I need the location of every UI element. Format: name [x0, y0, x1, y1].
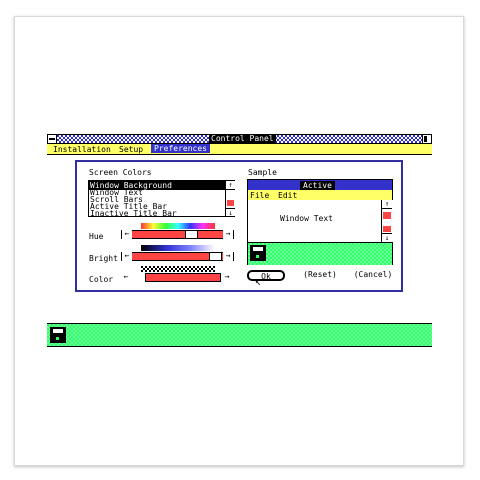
hue-left-arrow-icon[interactable]: ←: [122, 230, 132, 239]
cancel-button[interactable]: (Cancel): [353, 270, 393, 281]
windows-desktop: Control Panel Installation Setup Prefere…: [0, 0, 480, 480]
sample-menu-edit: Edit: [278, 191, 298, 200]
mouse-cursor-icon: ↖: [255, 277, 262, 288]
cancel-label: Cancel: [358, 270, 388, 279]
hue-slider-thumb[interactable]: [185, 231, 198, 238]
sample-window: Active File Edit Window Text ↑ ↓: [247, 179, 393, 265]
sample-window-text: Window Text: [280, 214, 333, 223]
window-title: Control Panel: [209, 134, 276, 143]
window-title-bar[interactable]: Control Panel: [47, 134, 432, 144]
sample-scroll-up-icon: ↑: [382, 200, 392, 209]
scroll-thumb[interactable]: [227, 200, 234, 206]
bright-scrollbar[interactable]: ← →: [121, 252, 234, 261]
hue-label: Hue: [89, 232, 104, 241]
cancel-close-paren: ): [387, 270, 393, 279]
screen-colors-label: Screen Colors: [89, 168, 152, 177]
sample-scroll-thumb-2: [383, 226, 391, 232]
color-right-arrow-icon[interactable]: →: [222, 273, 232, 282]
window-resize-icon[interactable]: [423, 135, 431, 143]
hue-scrollbar[interactable]: ← →: [121, 230, 234, 239]
sample-scrollbar: ↑ ↓: [381, 200, 393, 242]
sample-disk-icon: [250, 245, 266, 261]
bright-left-arrow-icon[interactable]: ←: [122, 252, 132, 261]
sample-desktop: [248, 242, 392, 265]
menu-installation[interactable]: Installation: [53, 145, 111, 154]
bright-label: Bright: [89, 254, 118, 263]
desktop-icon-area: [47, 323, 432, 347]
menu-bar: Installation Setup Preferences: [47, 144, 432, 155]
color-swatch-strip: [141, 266, 215, 272]
reset-label: Reset: [307, 270, 333, 279]
color-left-arrow-icon[interactable]: ←: [121, 273, 131, 282]
scroll-up-arrow-icon[interactable]: ↑: [226, 181, 235, 190]
system-menu-icon[interactable]: [48, 135, 56, 143]
ok-button[interactable]: Ok: [247, 270, 285, 281]
bright-swatch-strip: [141, 245, 215, 251]
scroll-down-arrow-icon[interactable]: ↓: [226, 208, 235, 217]
menu-preferences[interactable]: Preferences: [151, 144, 210, 153]
sample-menu-bar: File Edit: [248, 190, 392, 200]
sample-label: Sample: [248, 168, 277, 177]
bright-right-arrow-icon[interactable]: →: [223, 252, 233, 261]
list-item[interactable]: Inactive Title Bar: [90, 209, 177, 218]
menu-setup[interactable]: Setup: [119, 145, 143, 154]
sample-title: Active: [300, 181, 335, 190]
hue-right-arrow-icon[interactable]: →: [223, 230, 233, 239]
list-scrollbar[interactable]: ↑ ↓: [225, 181, 235, 217]
element-list[interactable]: Window Background Window Text Scroll Bar…: [88, 180, 235, 218]
sample-scroll-thumb: [383, 212, 391, 219]
hue-swatch-strip: [141, 223, 215, 229]
bright-slider-thumb[interactable]: [209, 253, 222, 260]
reset-button[interactable]: (Reset): [299, 270, 341, 281]
screen-colors-dialog: Screen Colors Window Background Window T…: [75, 160, 403, 292]
color-scrollbar[interactable]: ← →: [121, 273, 234, 282]
sample-scroll-down-icon: ↓: [382, 233, 392, 242]
color-slider-track[interactable]: [145, 273, 221, 282]
sample-menu-file: File: [250, 191, 270, 200]
sample-title-bar: Active: [248, 180, 392, 190]
reset-close-paren: ): [332, 270, 337, 279]
color-label: Color: [89, 275, 114, 284]
disk-icon[interactable]: [50, 327, 66, 343]
